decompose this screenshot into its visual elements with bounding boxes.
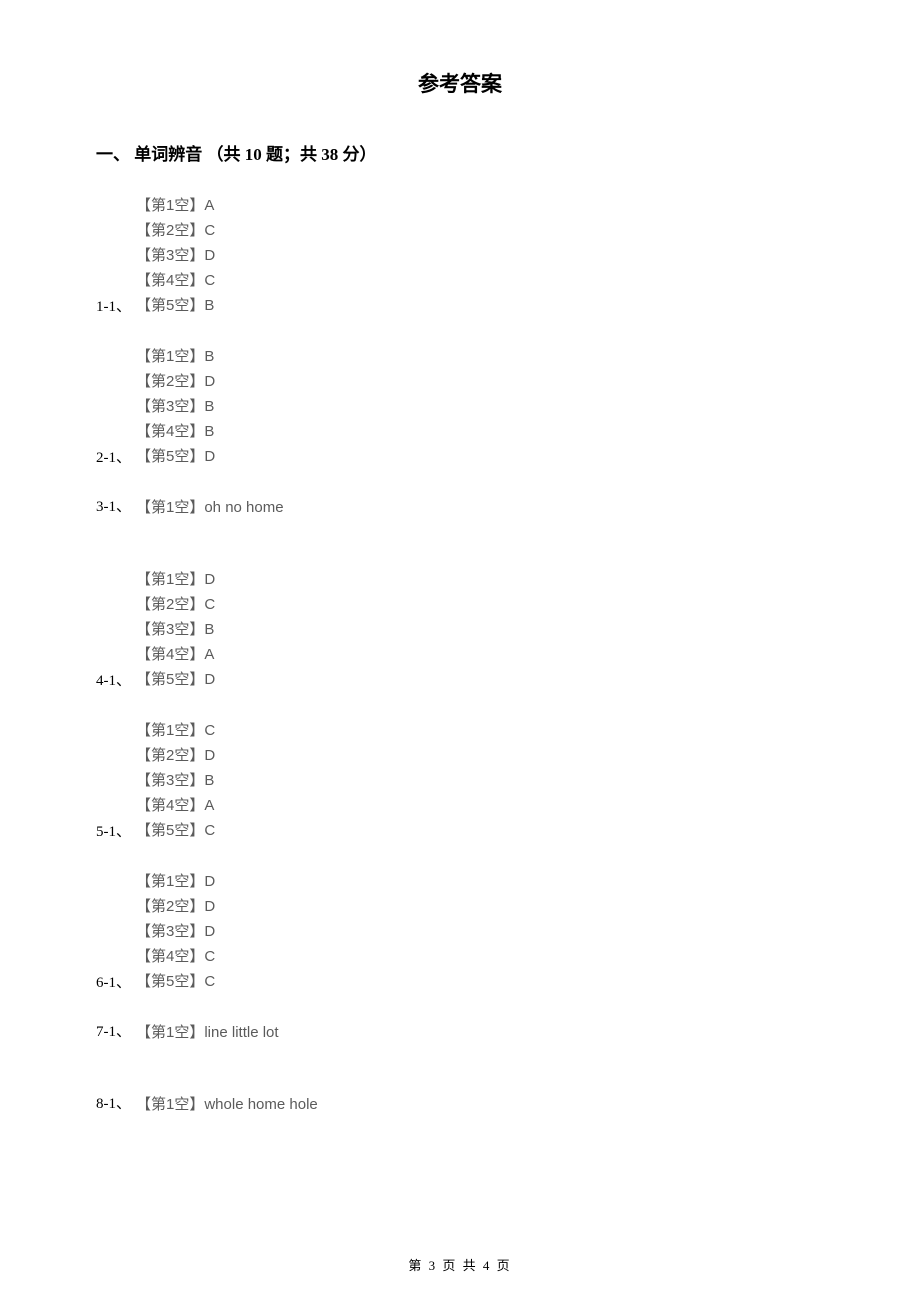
answer-item: 【第3空】D <box>136 245 824 266</box>
answer-item: 【第5空】D <box>136 446 824 467</box>
answer-item: 【第4空】A <box>136 644 824 665</box>
answer-rows: 【第1空】C 【第2空】D 【第3空】B 【第4空】A 【第5空】C <box>96 720 824 841</box>
group-label: 2-1、 <box>96 446 131 467</box>
answer-item: 【第5空】C <box>136 971 824 992</box>
group-label: 7-1、 <box>96 1020 131 1041</box>
answer-rows: 【第1空】A 【第2空】C 【第3空】D 【第4空】C 【第5空】B <box>96 195 824 316</box>
answer-item: 【第4空】C <box>136 946 824 967</box>
answer-group-7: 【第1空】line little lot 7-1、 <box>96 1022 824 1044</box>
answer-item: 【第2空】D <box>136 896 824 917</box>
group-label: 6-1、 <box>96 971 131 992</box>
answer-item: 【第2空】D <box>136 745 824 766</box>
answer-item: 【第1空】line little lot <box>136 1022 824 1043</box>
group-label: 5-1、 <box>96 820 131 841</box>
document-page: 参考答案 一、 单词辨音 （共 10 题；共 38 分） 【第1空】A 【第2空… <box>0 0 920 1116</box>
answer-group-5: 【第1空】C 【第2空】D 【第3空】B 【第4空】A 【第5空】C 5-1、 <box>96 720 824 841</box>
answer-item: 【第5空】C <box>136 820 824 841</box>
answer-item: 【第2空】C <box>136 594 824 615</box>
answer-item: 【第4空】A <box>136 795 824 816</box>
answer-item: 【第1空】whole home hole <box>136 1094 824 1115</box>
answer-rows: 【第1空】D 【第2空】C 【第3空】B 【第4空】A 【第5空】D <box>96 569 824 690</box>
answer-item: 【第4空】B <box>136 421 824 442</box>
answer-group-8: 【第1空】whole home hole 8-1、 <box>96 1094 824 1116</box>
answer-item: 【第4空】C <box>136 270 824 291</box>
answer-item: 【第1空】D <box>136 871 824 892</box>
answer-group-2: 【第1空】B 【第2空】D 【第3空】B 【第4空】B 【第5空】D 2-1、 <box>96 346 824 467</box>
group-label: 4-1、 <box>96 669 131 690</box>
answer-item: 【第3空】B <box>136 619 824 640</box>
answer-item: 【第1空】D <box>136 569 824 590</box>
page-footer: 第 3 页 共 4 页 <box>0 1255 920 1274</box>
answer-rows: 【第1空】line little lot <box>96 1022 824 1043</box>
answer-item: 【第5空】D <box>136 669 824 690</box>
answer-item: 【第1空】oh no home <box>136 497 824 518</box>
page-title: 参考答案 <box>96 68 824 98</box>
section-header: 一、 单词辨音 （共 10 题；共 38 分） <box>96 140 824 165</box>
group-label: 3-1、 <box>96 495 131 516</box>
answer-group-4: 【第1空】D 【第2空】C 【第3空】B 【第4空】A 【第5空】D 4-1、 <box>96 569 824 690</box>
answer-rows: 【第1空】oh no home <box>96 497 824 518</box>
answer-group-1: 【第1空】A 【第2空】C 【第3空】D 【第4空】C 【第5空】B 1-1、 <box>96 195 824 316</box>
group-label: 8-1、 <box>96 1092 131 1113</box>
answer-group-6: 【第1空】D 【第2空】D 【第3空】D 【第4空】C 【第5空】C 6-1、 <box>96 871 824 992</box>
answer-item: 【第3空】B <box>136 396 824 417</box>
answer-item: 【第3空】D <box>136 921 824 942</box>
group-label: 1-1、 <box>96 295 131 316</box>
answer-rows: 【第1空】D 【第2空】D 【第3空】D 【第4空】C 【第5空】C <box>96 871 824 992</box>
answer-item: 【第2空】C <box>136 220 824 241</box>
answer-item: 【第5空】B <box>136 295 824 316</box>
answer-item: 【第1空】A <box>136 195 824 216</box>
answer-group-3: 【第1空】oh no home 3-1、 <box>96 497 824 519</box>
answer-rows: 【第1空】whole home hole <box>96 1094 824 1115</box>
answer-item: 【第3空】B <box>136 770 824 791</box>
answer-item: 【第1空】B <box>136 346 824 367</box>
answer-item: 【第1空】C <box>136 720 824 741</box>
answer-item: 【第2空】D <box>136 371 824 392</box>
answer-rows: 【第1空】B 【第2空】D 【第3空】B 【第4空】B 【第5空】D <box>96 346 824 467</box>
